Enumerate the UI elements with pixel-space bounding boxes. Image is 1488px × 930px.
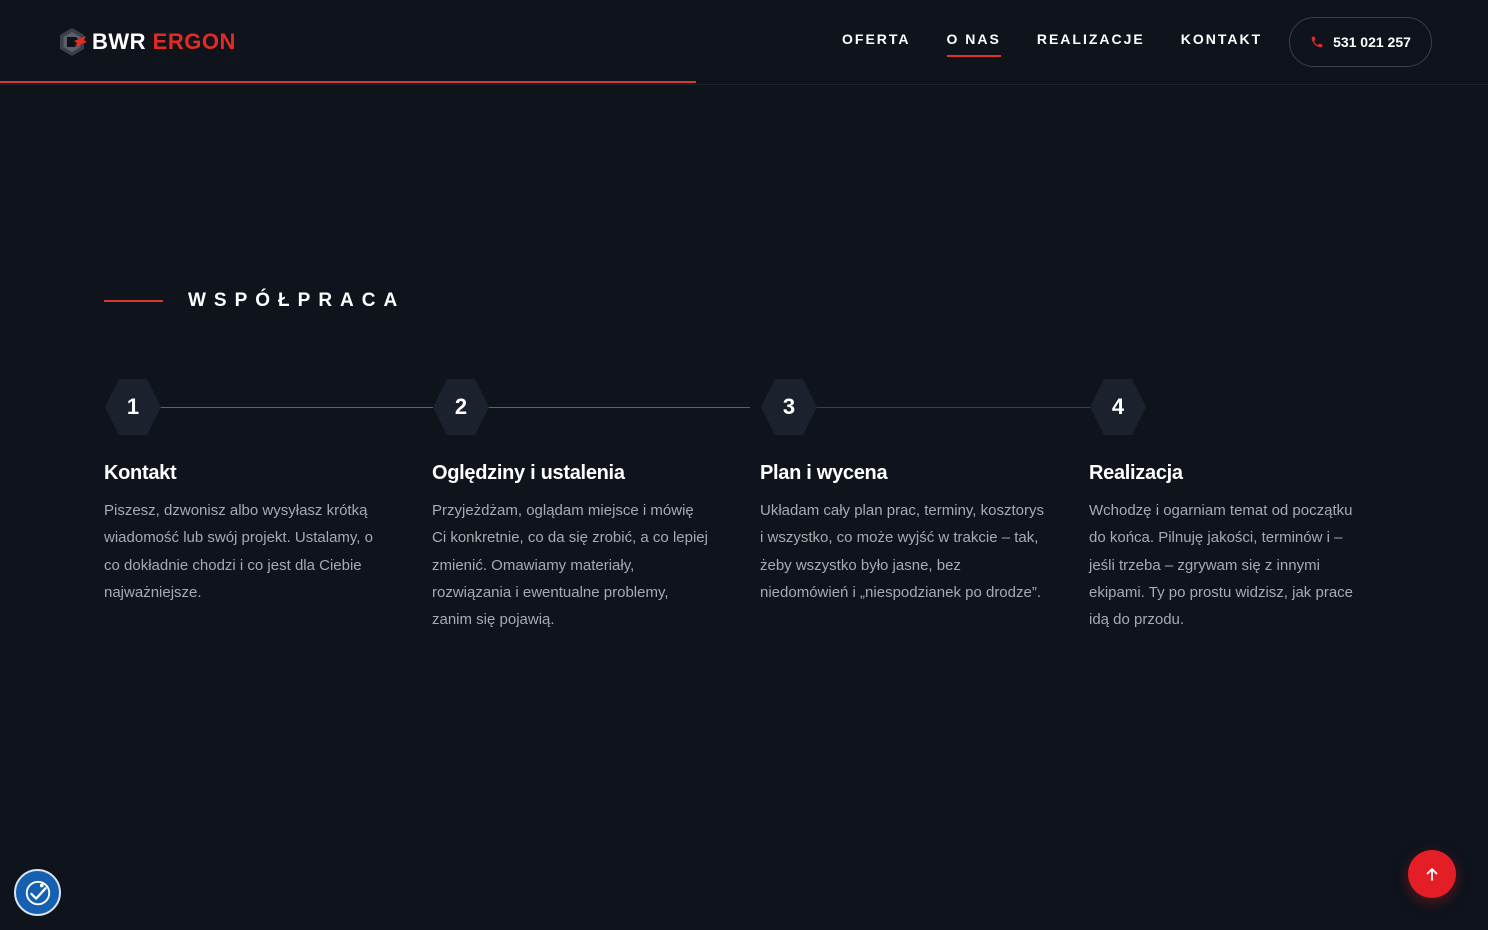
timeline-connector-2 [488,407,750,408]
section-kicker: WSPÓŁPRACA [104,290,405,312]
step-badge-2: 2 [432,378,490,436]
accessibility-icon [25,880,50,905]
step-badge-3: 3 [760,378,818,436]
logo-text: BWR ERGON [92,29,236,55]
step-number: 2 [454,394,468,419]
step-number: 3 [782,394,796,419]
accessibility-button[interactable] [14,869,61,916]
phone-button[interactable]: 531 021 257 [1289,17,1432,67]
step-badge-1: 1 [104,378,162,436]
logo-word-2: ERGON [152,29,236,54]
process-timeline: 1 2 3 4 [0,378,1488,438]
nav-item-realizacje[interactable]: REALIZACJE [1037,31,1145,57]
nav-item-oferta[interactable]: OFERTA [842,31,911,57]
step-description: Przyjeżdżam, oglądam miejsce i mówię Ci … [432,502,708,629]
step-title: Oględziny i ustalenia [432,462,625,484]
nav-item-o-nas[interactable]: O NAS [946,31,1002,57]
scroll-to-top-button[interactable] [1408,850,1456,898]
step-title: Realizacja [1089,462,1183,484]
step-description: Wchodzę i ogarniam temat od początku do … [1089,502,1354,629]
step-badge-4: 4 [1089,378,1147,436]
nav-item-kontakt[interactable]: KONTAKT [1181,31,1262,57]
section-title: WSPÓŁPRACA [188,290,406,311]
phone-number: 531 021 257 [1333,34,1411,50]
logo[interactable]: BWR ERGON [56,26,236,58]
kicker-line [104,300,163,302]
scroll-progress-bar [0,81,697,83]
site-header: BWR ERGON OFERTA O NAS REALIZACJE KONTAK… [0,0,1488,85]
main-nav: OFERTA O NAS REALIZACJE KONTAKT [842,31,1298,57]
step-number: 1 [126,394,140,419]
timeline-connector-3 [816,407,1090,408]
step-number: 4 [1111,394,1125,419]
step-description: Piszesz, dzwonisz albo wysyłasz krótką w… [104,502,373,601]
logo-icon [60,28,87,56]
step-3: Plan i wycena Układam cały plan prac, te… [760,462,1045,606]
logo-word-1: BWR [92,29,147,54]
step-title: Kontakt [104,462,177,484]
arrow-up-icon [1426,868,1438,881]
step-1: Kontakt Piszesz, dzwonisz albo wysyłasz … [104,462,389,606]
step-2: Oględziny i ustalenia Przyjeżdżam, ogląd… [432,462,712,633]
step-title: Plan i wycena [760,462,888,484]
phone-icon [1311,36,1323,48]
timeline-connector-1 [160,407,433,408]
step-description: Układam cały plan prac, terminy, kosztor… [760,502,1044,601]
step-4: Realizacja Wchodzę i ogarniam temat od p… [1089,462,1369,633]
page: BWR ERGON OFERTA O NAS REALIZACJE KONTAK… [0,0,1488,930]
